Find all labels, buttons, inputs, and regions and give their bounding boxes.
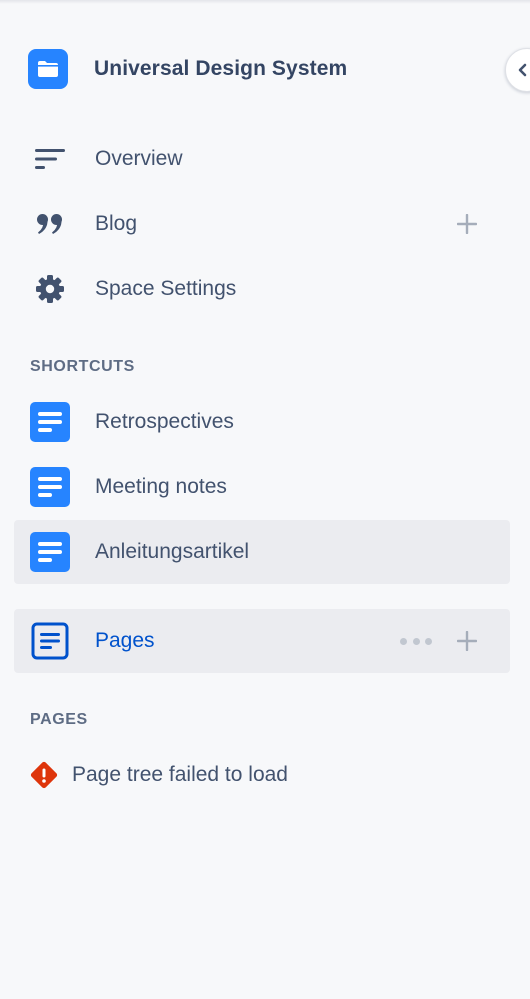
add-page-button[interactable] [454,628,480,654]
shortcut-label: Meeting notes [95,475,227,498]
shortcut-label: Retrospectives [95,410,234,433]
gear-icon [30,269,70,309]
page-tree-error-text: Page tree failed to load [72,763,288,786]
space-sidebar: Universal Design System Overview Blog Sp… [0,0,530,999]
warning-icon [30,761,58,789]
page-icon [30,621,70,661]
shortcut-meeting-notes[interactable]: Meeting notes [14,455,510,519]
shortcuts-heading: SHORTCUTS [30,358,135,375]
nav-blog-label: Blog [95,212,138,235]
folder-icon [28,49,68,89]
nav-pages[interactable]: Pages [14,609,510,673]
nav-space-settings[interactable]: Space Settings [14,257,510,321]
document-icon [30,467,70,507]
shortcut-retrospectives[interactable]: Retrospectives [14,390,510,454]
quote-icon [30,204,70,244]
nav-blog[interactable]: Blog [14,192,510,256]
document-icon [30,532,70,572]
lines-icon [30,139,70,179]
document-icon [30,402,70,442]
more-actions-button[interactable] [400,635,432,647]
nav-overview[interactable]: Overview [14,127,510,191]
plus-icon [457,214,477,234]
space-title: Universal Design System [94,57,348,80]
nav-overview-label: Overview [95,147,183,170]
pages-heading: PAGES [30,711,88,728]
plus-icon [457,631,477,651]
shortcut-anleitungsartikel[interactable]: Anleitungsartikel [14,520,510,584]
nav-pages-label: Pages [95,629,155,652]
space-header[interactable]: Universal Design System [28,48,347,90]
add-blog-button[interactable] [454,211,480,237]
page-tree-error: Page tree failed to load [30,758,288,792]
shortcut-label: Anleitungsartikel [95,540,250,563]
chevron-left-icon [518,63,527,77]
nav-space-settings-label: Space Settings [95,277,237,300]
collapse-sidebar-button[interactable] [505,48,530,92]
